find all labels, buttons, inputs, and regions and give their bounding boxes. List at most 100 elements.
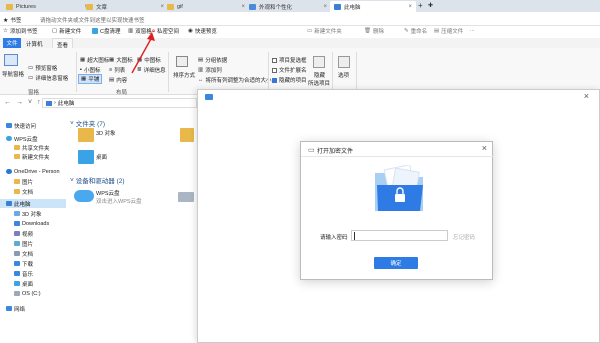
up-arrow-icon[interactable]: ↑ [37,99,41,106]
tab-file[interactable]: 文件 [3,38,21,48]
new-tab-button[interactable]: + [418,1,423,10]
nav-buttons: ← → ˅ ↑ [4,99,41,106]
forward-arrow-icon[interactable]: → [16,99,23,106]
folder-desktop[interactable]: 桌面 [96,153,107,161]
tiles-option[interactable]: ▦ 平铺 [78,74,103,84]
wps-cloud-icon [74,190,94,202]
delete-button[interactable]: 🗑︎ 删除 [364,27,384,35]
open-encrypted-file-dialog: ▭ 打开加密文件 × 请输入密码 忘记密码 确定 [300,141,494,280]
tab-this-pc[interactable]: 此电脑 × [330,1,416,12]
new-file-button[interactable]: ▢ 新建文件 [52,27,81,35]
xl-icons-option[interactable]: ▦ 超大图标 [80,56,109,64]
preview-pane-button[interactable]: ▭ 预览窗格 [28,64,57,72]
checkbox-checked[interactable] [272,77,277,83]
add-column-button[interactable]: ▥ 添加列 [198,66,222,74]
star-icon: ☆ [3,28,8,34]
grid-icon: ▦ [109,57,115,63]
tab-label: 外观和个性化 [259,4,293,11]
drive-icon [14,291,20,296]
encrypted-folder-icon [375,165,423,211]
download-icon [14,261,20,266]
options-button[interactable]: 选项 [338,71,349,79]
grid-icon: ▦ [80,57,86,63]
chevron-right-icon: › [54,100,56,106]
hide-selected-button[interactable]: 隐藏 [314,71,325,79]
s-icons-option[interactable]: ▪ 小图标 [80,66,100,74]
more-button[interactable]: ... [470,27,475,33]
details-pane-icon: ▭ [28,75,34,81]
sidebar-item-wps-cloud[interactable]: WPS云盘 [6,134,72,143]
folder-icon [6,3,13,10]
fit-columns-button[interactable]: ↔ 将所有列调整为合适的大小 [198,76,272,84]
tab-label: 此电脑 [344,4,361,11]
close-icon[interactable]: × [584,91,589,101]
ext-toggle[interactable]: 文件扩展名 [272,66,307,74]
confirm-button[interactable]: 确定 [374,257,418,269]
network-icon [6,306,12,311]
c-clean-button[interactable]: C盘清理 [92,27,120,35]
close-icon[interactable]: × [408,4,412,10]
bookmark-menu[interactable]: ★ 书签 [3,16,21,25]
close-icon[interactable]: × [323,4,327,10]
tab-label: gif [177,3,183,10]
hidden-items-toggle[interactable]: 隐藏的项目 [272,76,307,84]
browser-tab-bar: Pictures × 文章 × gif × 外观和个性化 × 此电脑 × + ✚ [0,0,600,12]
content-option[interactable]: ▤ 内容 [109,76,127,84]
folder-icon [14,189,20,194]
chevron-down-icon[interactable]: ˅ [28,99,32,106]
tab-appearance[interactable]: 外观和个性化 × [245,1,331,12]
new-folder-button[interactable]: ▭ 新建文件夹 [307,27,342,35]
cloud-icon [6,136,12,141]
layout-group-label: 布局 [116,90,128,96]
folders-section-header[interactable]: ˅ 文件夹 (7) [70,118,105,129]
ribbon: 导航窗格 ▭预览窗格 ▭详细信息窗格 窗格 ▦超大图标 ▦大图标 ▦中图标 ▪小… [0,48,600,96]
rename-button[interactable]: ✎ 重命名 [404,27,427,35]
tiles-icon: ▦ [81,76,87,82]
music-icon [14,271,20,276]
wps-cloud-drive[interactable]: WPS云盘 [96,189,120,197]
fit-icon: ↔ [198,77,204,83]
desktop-folder-icon [78,150,94,164]
list-option[interactable]: ≡ 列表 [109,66,125,74]
back-arrow-icon[interactable]: ← [4,99,11,106]
sidebar-item-network[interactable]: 网络 [6,304,72,313]
group-by-button[interactable]: ▤ 分组依据 [198,56,227,64]
grid-icon: ▪ [80,67,82,73]
tab-article[interactable]: 文章 × [82,1,168,12]
close-icon[interactable]: × [482,143,487,153]
checkbox[interactable] [272,67,277,73]
column-icon: ▥ [198,67,204,73]
preview-pane-icon: ▭ [28,65,34,71]
video-icon [14,231,20,236]
computer-icon [6,201,12,206]
pin-icon[interactable]: ✚ [428,2,433,9]
sidebar-item-onedrive[interactable]: OneDrive - Person [6,167,72,176]
details-pane-button[interactable]: ▭ 详细信息窗格 [28,74,68,82]
clean-icon [92,28,98,34]
star-icon: ★ [3,17,9,24]
sort-button[interactable]: 排序方式 [173,71,195,79]
checkbox[interactable] [272,57,277,63]
document-icon [14,251,20,256]
tab-computer[interactable]: 计算机 [26,40,43,48]
options-icon [338,56,350,68]
quick-preview-button[interactable]: ◉ 快速预览 [188,27,217,35]
folder-icon [14,179,20,184]
item-checkbox-toggle[interactable]: 项目复选框 [272,56,307,64]
sidebar-item-quick-access[interactable]: 快速访问 [6,121,72,130]
sort-icon [176,56,188,67]
tab-gif[interactable]: gif × [163,1,249,12]
nav-pane-button[interactable]: 导航窗格 [2,70,24,78]
forgot-password-link[interactable]: 忘记密码 [453,233,475,241]
folder-3d-objects[interactable]: 3D 对象 [96,129,116,137]
password-label: 请输入密码 [320,235,348,241]
tab-view[interactable]: 查看 [52,38,74,49]
compress-button[interactable]: ▤ 压缩文件 [434,27,463,35]
add-bookmark-button[interactable]: ☆ 添加到书签 [3,27,37,35]
address-field[interactable]: › 此电脑 [42,98,197,108]
sidebar-item-this-pc[interactable]: 此电脑 [0,199,66,208]
password-input[interactable] [351,230,448,241]
devices-section-header[interactable]: ˅ 设备和驱动器 (2) [70,175,125,186]
tab-pictures[interactable]: Pictures × [2,1,92,12]
new-file-icon: ▢ [52,28,58,34]
